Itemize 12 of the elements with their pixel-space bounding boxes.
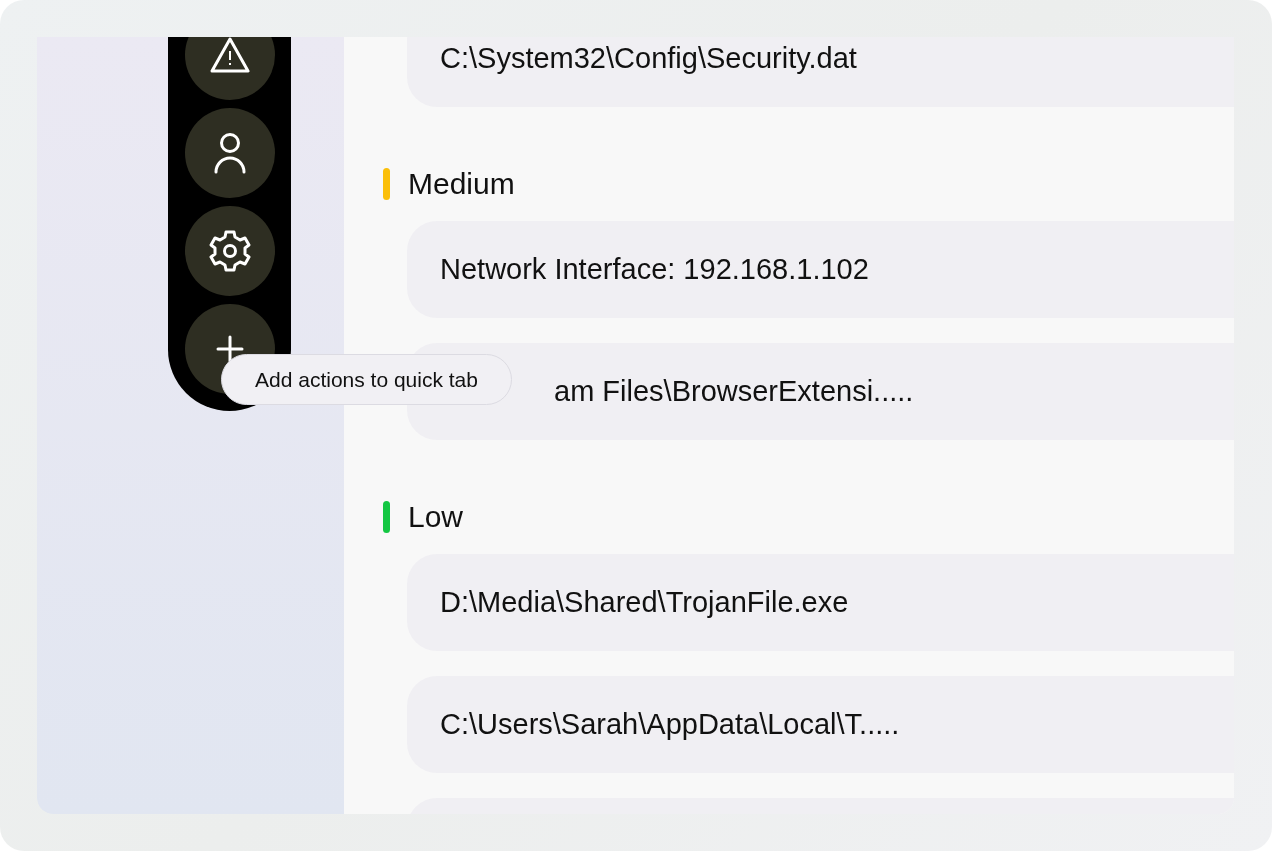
file-row[interactable]: C:\System32\Config\Security.dat <box>407 37 1234 107</box>
severity-heading: Low <box>408 500 464 534</box>
warning-icon <box>208 37 251 74</box>
tooltip: Add actions to quick tab <box>221 354 512 405</box>
warning-button[interactable] <box>184 37 275 100</box>
settings-icon <box>207 229 252 273</box>
add-icon <box>215 335 244 363</box>
file-row[interactable]: D:\Media\Shared\TrojanFile.exe <box>407 554 1234 651</box>
file-row[interactable]: C:\Users\Sarah\AppData\Local\T..... <box>407 676 1234 773</box>
user-icon <box>212 132 247 174</box>
file-row[interactable]: Network Interface: 192.168.1.102 <box>407 221 1234 318</box>
severity-heading: Medium <box>408 167 515 201</box>
